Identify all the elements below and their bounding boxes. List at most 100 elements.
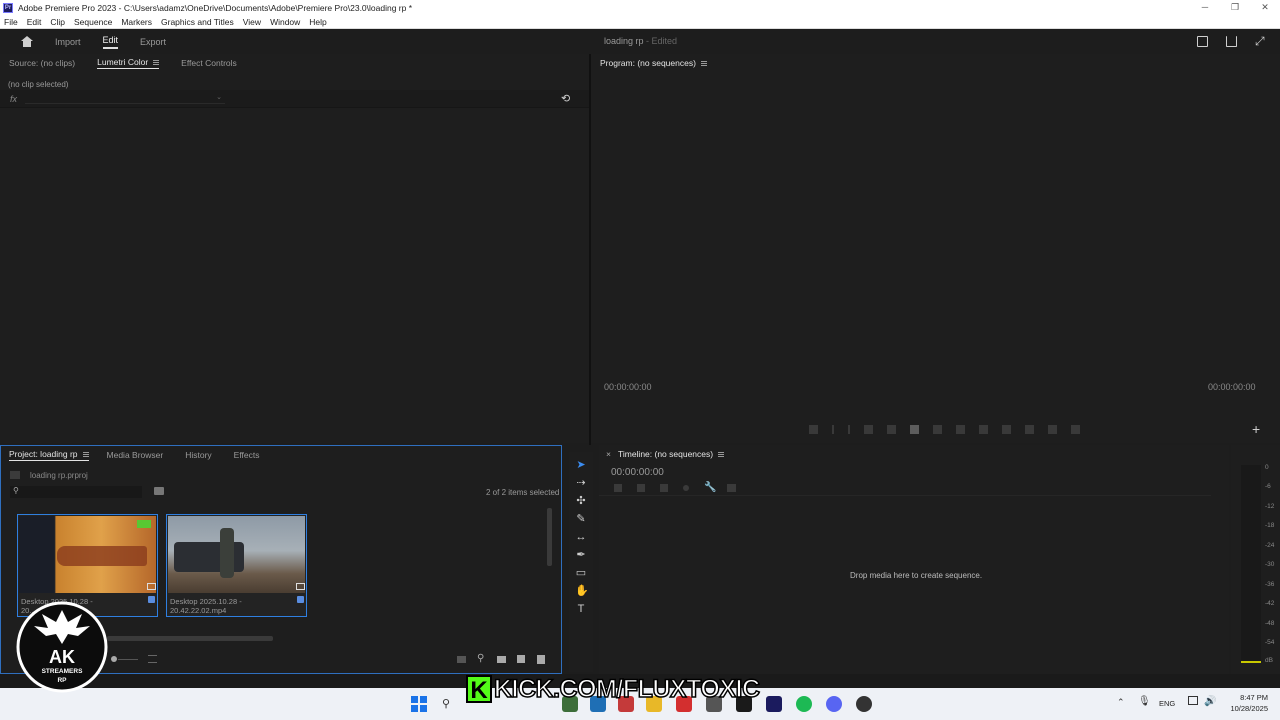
find-icon[interactable]: ⚲ xyxy=(477,653,484,664)
menu-markers[interactable]: Markers xyxy=(121,17,152,27)
show-hidden-icons-icon[interactable]: ⌃ xyxy=(1117,697,1125,708)
menu-bar: File Edit Clip Sequence Markers Graphics… xyxy=(0,15,1280,29)
tab-history[interactable]: History xyxy=(185,450,211,460)
home-icon[interactable] xyxy=(21,36,33,47)
tab-project[interactable]: Project: loading rp xyxy=(9,449,89,461)
panel-menu-icon[interactable] xyxy=(153,60,160,66)
track-select-tool-icon[interactable]: ⇢ xyxy=(575,477,587,489)
step-back-icon[interactable] xyxy=(887,424,896,434)
slip-tool-icon[interactable]: ↔ xyxy=(575,531,587,543)
panel-menu-icon[interactable] xyxy=(82,452,89,458)
clip-name: Desktop 2025.10.28 - xyxy=(170,597,242,606)
vertical-scrollbar[interactable] xyxy=(547,508,552,566)
compare-icon[interactable] xyxy=(1048,424,1057,434)
add-button-icon[interactable]: + xyxy=(1252,422,1260,436)
mark-in-icon[interactable] xyxy=(832,424,834,434)
taskbar-app-icon[interactable] xyxy=(856,696,872,712)
discord-icon[interactable] xyxy=(826,696,842,712)
fullscreen-icon[interactable]: ⤢ xyxy=(1255,35,1266,47)
horizontal-scrollbar[interactable] xyxy=(107,636,273,641)
vr-icon[interactable] xyxy=(1071,424,1080,434)
mark-out-icon[interactable] xyxy=(848,424,850,434)
wrench-icon[interactable]: 🔧 xyxy=(704,482,716,493)
overwrite-icon[interactable] xyxy=(1002,424,1011,434)
share-icon[interactable] xyxy=(1226,36,1237,47)
play-icon[interactable] xyxy=(910,424,919,434)
tab-effects[interactable]: Effects xyxy=(234,450,260,460)
tab-lumetri-color[interactable]: Lumetri Color xyxy=(97,57,160,69)
tab-effect-controls[interactable]: Effect Controls xyxy=(181,58,237,68)
nav-export[interactable]: Export xyxy=(140,37,166,47)
menu-edit[interactable]: Edit xyxy=(27,17,42,27)
marker-icon[interactable] xyxy=(809,424,818,434)
panel-menu-icon[interactable] xyxy=(718,451,725,457)
project-search-input[interactable]: ⚲ xyxy=(10,486,142,498)
program-timecode-left[interactable]: 00:00:00:00 xyxy=(604,382,652,392)
razor-tool-icon[interactable]: ✎ xyxy=(575,513,587,525)
trash-icon[interactable] xyxy=(537,655,545,664)
label-color-badge[interactable] xyxy=(148,596,155,603)
network-icon[interactable] xyxy=(1188,696,1198,705)
type-tool-icon[interactable]: T xyxy=(575,603,587,615)
export-frame-icon[interactable] xyxy=(1025,424,1034,434)
go-to-in-icon[interactable] xyxy=(864,424,873,434)
menu-sequence[interactable]: Sequence xyxy=(74,17,112,27)
zoom-slider[interactable] xyxy=(118,659,138,660)
new-bin-icon[interactable] xyxy=(154,487,164,495)
menu-clip[interactable]: Clip xyxy=(50,17,65,27)
clip-thumbnail[interactable]: Desktop 2025.10.28 -20.42.22.02.mp4 xyxy=(166,514,307,617)
tab-source[interactable]: Source: (no clips) xyxy=(9,58,75,68)
pen-tool-icon[interactable]: ✒ xyxy=(575,549,587,561)
insert-icon[interactable] xyxy=(979,424,988,434)
tab-media-browser[interactable]: Media Browser xyxy=(107,450,164,460)
nav-edit[interactable]: Edit xyxy=(102,35,119,49)
rectangle-tool-icon[interactable]: ▭ xyxy=(575,567,587,579)
premiere-taskbar-icon[interactable] xyxy=(766,696,782,712)
workspaces-icon[interactable] xyxy=(1197,36,1208,47)
hand-tool-icon[interactable]: ✋ xyxy=(575,585,589,597)
panel-menu-icon[interactable] xyxy=(700,60,707,66)
timeline-drop-area[interactable]: Drop media here to create sequence. xyxy=(599,495,1211,673)
add-marker-icon[interactable] xyxy=(683,485,689,491)
go-to-out-icon[interactable] xyxy=(956,424,965,434)
menu-file[interactable]: File xyxy=(4,17,18,27)
captions-icon[interactable] xyxy=(727,484,736,492)
menu-view[interactable]: View xyxy=(243,17,261,27)
ripple-edit-tool-icon[interactable]: ✣ xyxy=(575,495,587,507)
menu-window[interactable]: Window xyxy=(270,17,300,27)
effect-dropdown[interactable]: ⌄ xyxy=(25,93,225,104)
volume-icon[interactable]: 🔊 xyxy=(1204,696,1216,707)
close-button[interactable]: ✕ xyxy=(1250,0,1280,15)
automate-icon[interactable] xyxy=(457,656,466,663)
language-indicator[interactable]: ENG xyxy=(1159,699,1175,708)
snap-icon[interactable] xyxy=(637,484,645,492)
reset-icon[interactable]: ⟲ xyxy=(561,92,570,105)
meter-label: -6 xyxy=(1265,483,1271,490)
close-tab-icon[interactable]: × xyxy=(606,449,611,459)
meter-label: -30 xyxy=(1265,561,1275,568)
windows-start-icon[interactable] xyxy=(411,696,427,712)
spotify-icon[interactable] xyxy=(796,696,812,712)
selection-tool-icon[interactable]: ➤ xyxy=(575,459,587,471)
clock[interactable]: 8:47 PM 10/28/2025 xyxy=(1226,692,1268,714)
zoom-slider-handle[interactable] xyxy=(111,656,117,662)
nav-import[interactable]: Import xyxy=(55,37,81,47)
minimize-button[interactable]: ─ xyxy=(1190,0,1220,15)
bin-icon xyxy=(10,471,20,479)
meter-label: -54 xyxy=(1265,639,1275,646)
nest-icon[interactable] xyxy=(614,484,622,492)
logo-streamers: STREAMERS xyxy=(41,668,83,675)
taskbar-search-icon[interactable]: ⚲ xyxy=(442,697,450,710)
new-bin-footer-icon[interactable] xyxy=(497,656,506,663)
search-icon: ⚲ xyxy=(13,486,19,495)
new-item-icon[interactable] xyxy=(517,655,525,663)
linked-selection-icon[interactable] xyxy=(660,484,668,492)
menu-graphics-and-titles[interactable]: Graphics and Titles xyxy=(161,17,234,27)
menu-help[interactable]: Help xyxy=(309,17,326,27)
label-color-badge[interactable] xyxy=(297,596,304,603)
microphone-icon[interactable]: 🎙 xyxy=(1138,696,1151,707)
step-forward-icon[interactable] xyxy=(933,424,942,434)
maximize-button[interactable]: ❐ xyxy=(1220,0,1250,15)
timeline-timecode[interactable]: 00:00:00:00 xyxy=(611,467,664,478)
list-view-icon[interactable] xyxy=(148,655,157,663)
